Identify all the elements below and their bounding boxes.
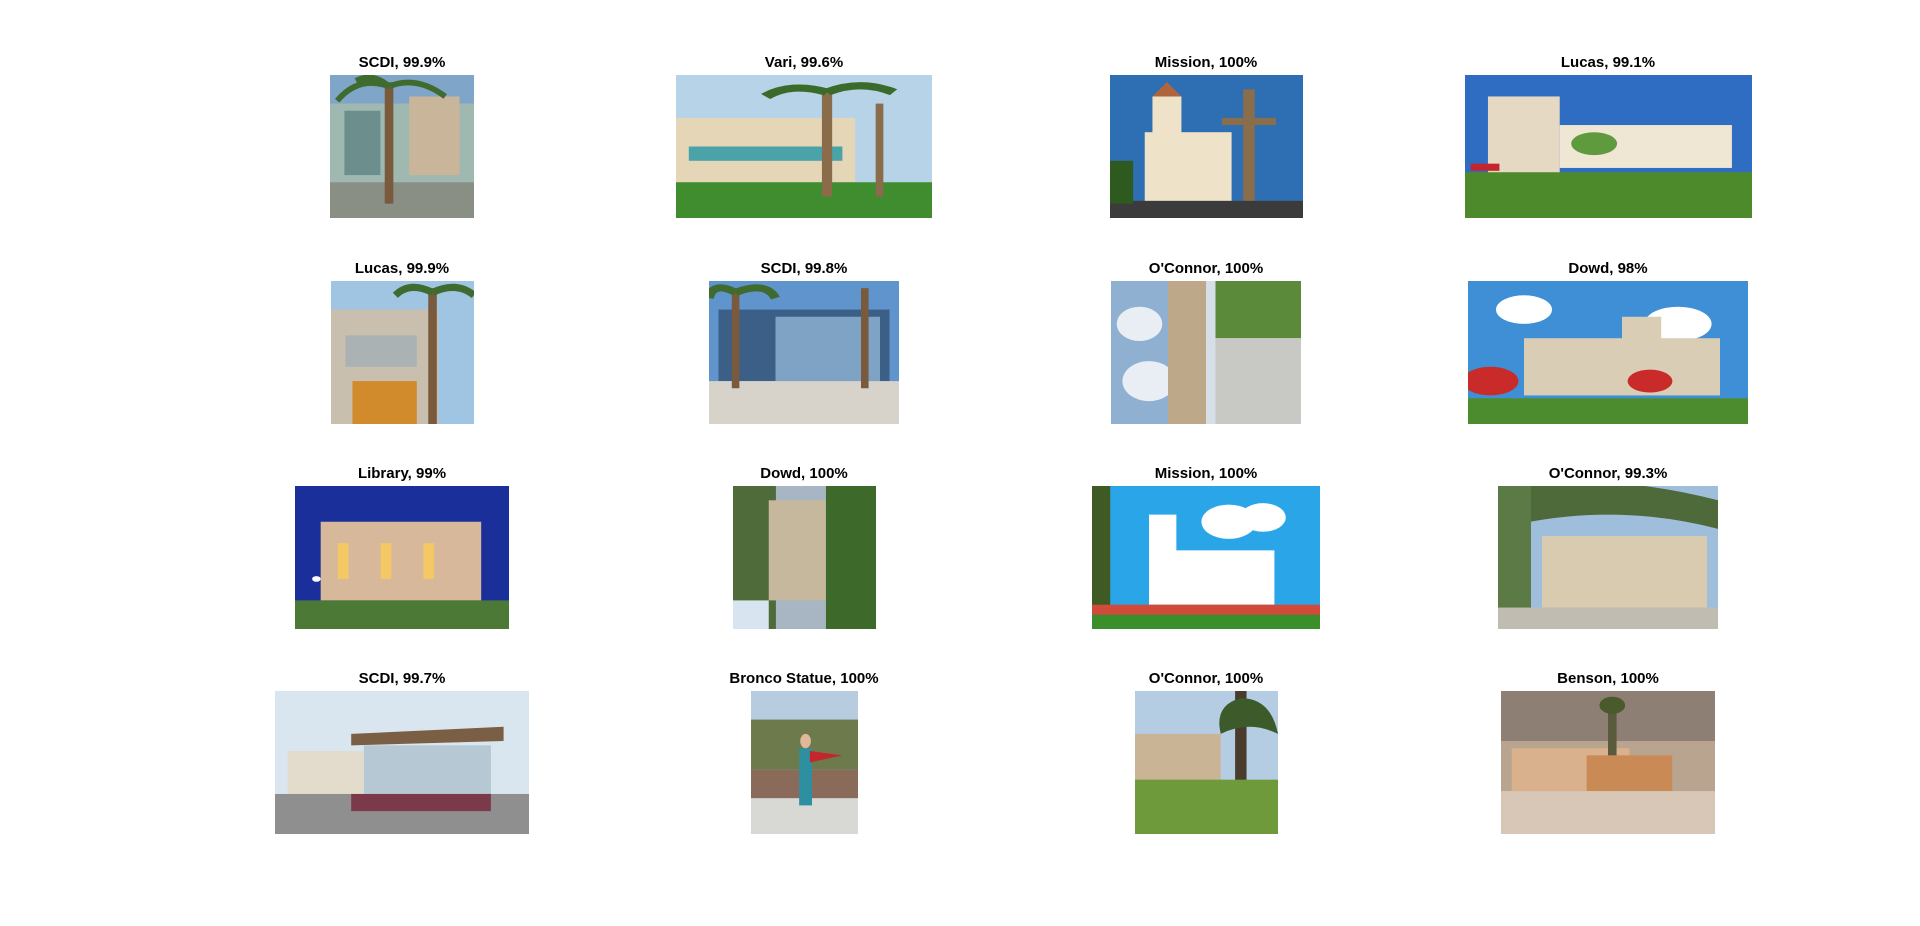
- image-cell: O'Connor, 100%: [1046, 260, 1366, 424]
- campus-photo: [295, 486, 509, 629]
- image-cell: SCDI, 99.7%: [242, 670, 562, 834]
- campus-photo: [709, 281, 899, 424]
- image-title: SCDI, 99.7%: [358, 670, 446, 687]
- image-cell: O'Connor, 99.3%: [1448, 465, 1768, 629]
- image-cell: Mission, 100%: [1046, 465, 1366, 629]
- image-title: Lucas, 99.9%: [354, 260, 450, 277]
- image-title: Vari, 99.6%: [764, 54, 844, 71]
- campus-photo: [330, 281, 474, 424]
- image-title: SCDI, 99.8%: [760, 260, 848, 277]
- image-cell: Lucas, 99.9%: [242, 260, 562, 424]
- image-cell: Lucas, 99.1%: [1448, 54, 1768, 218]
- image-title: O'Connor, 100%: [1148, 260, 1264, 277]
- campus-photo: [1498, 486, 1718, 629]
- campus-photo: [1464, 75, 1752, 218]
- image-cell: Bronco Statue, 100%: [644, 670, 964, 834]
- image-title: Mission, 100%: [1154, 465, 1258, 482]
- image-title: SCDI, 99.9%: [358, 54, 446, 71]
- image-title: Benson, 100%: [1557, 670, 1659, 687]
- campus-photo: [676, 75, 932, 218]
- image-cell: Dowd, 98%: [1448, 260, 1768, 424]
- campus-photo: [1109, 75, 1303, 218]
- image-cell: Benson, 100%: [1448, 670, 1768, 834]
- image-title: O'Connor, 99.3%: [1548, 465, 1668, 482]
- image-title: O'Connor, 100%: [1148, 670, 1264, 687]
- image-cell: Library, 99%: [242, 465, 562, 629]
- image-title: Dowd, 98%: [1568, 260, 1648, 277]
- campus-photo: [732, 486, 876, 629]
- image-title: Bronco Statue, 100%: [729, 670, 879, 687]
- image-cell: Vari, 99.6%: [644, 54, 964, 218]
- image-title: Library, 99%: [357, 465, 447, 482]
- campus-photo: [330, 75, 474, 218]
- campus-photo: [1501, 691, 1715, 834]
- campus-photo: [1468, 281, 1748, 424]
- image-cell: Mission, 100%: [1046, 54, 1366, 218]
- image-cell: SCDI, 99.9%: [242, 54, 562, 218]
- campus-photo: [1134, 691, 1278, 834]
- image-cell: Dowd, 100%: [644, 465, 964, 629]
- image-title: Lucas, 99.1%: [1560, 54, 1656, 71]
- image-cell: SCDI, 99.8%: [644, 260, 964, 424]
- image-title: Dowd, 100%: [760, 465, 848, 482]
- campus-photo: [1092, 486, 1320, 629]
- campus-photo: [1111, 281, 1301, 424]
- image-title: Mission, 100%: [1154, 54, 1258, 71]
- campus-photo: [750, 691, 858, 834]
- campus-photo: [275, 691, 529, 834]
- image-cell: O'Connor, 100%: [1046, 670, 1366, 834]
